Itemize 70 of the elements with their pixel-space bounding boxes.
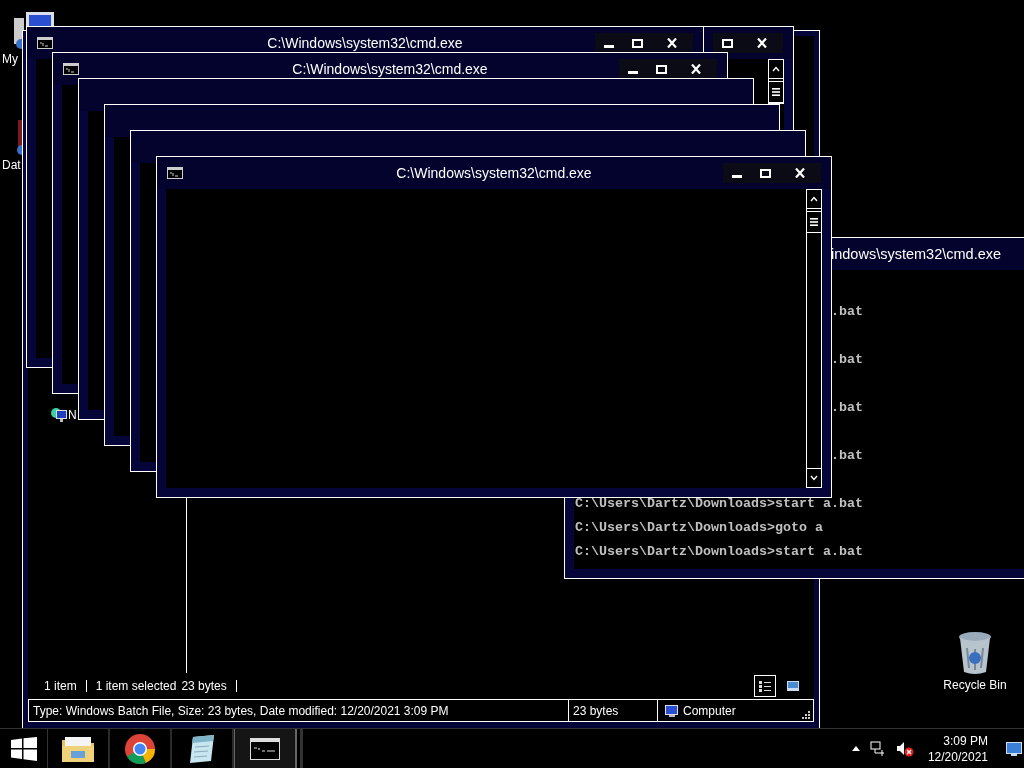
scroll-bar[interactable]	[806, 189, 822, 488]
console-line: .bat	[831, 447, 863, 465]
window-title: C:\Windows\system32\cmd.exe	[396, 165, 592, 181]
notepad-icon	[187, 733, 217, 764]
details-view-icon	[758, 679, 772, 693]
console-line: C:\Users\Dartz\Downloads>start a.bat	[575, 543, 863, 561]
desktop-icon-label[interactable]: Recycle Bin	[943, 678, 1007, 692]
window-title: C:\Windows\system32\cmd.exe	[267, 35, 463, 51]
scroll-thumb[interactable]	[807, 211, 821, 233]
minimize-button[interactable]	[619, 59, 647, 79]
maximize-icon	[759, 168, 771, 178]
network-icon	[50, 407, 67, 423]
network-icon[interactable]	[869, 740, 886, 757]
close-button[interactable]	[741, 33, 783, 53]
show-desktop-icon[interactable]	[1006, 741, 1022, 756]
minimize-button[interactable]	[595, 33, 623, 53]
desktop-icon-label[interactable]: My	[2, 52, 18, 66]
nav-item[interactable]: N	[50, 406, 77, 424]
scroll-thumb[interactable]	[769, 81, 783, 103]
preview-icon	[786, 679, 800, 693]
close-button[interactable]	[651, 33, 693, 53]
minimize-icon	[604, 45, 614, 48]
maximize-icon	[631, 38, 643, 48]
clock-time: 3:09 PM	[943, 732, 988, 749]
desktop-icon-label[interactable]: Dat	[2, 158, 21, 172]
console-icon	[37, 37, 53, 49]
console-icon	[167, 167, 183, 179]
console-icon	[250, 737, 280, 760]
zone-label: Computer	[683, 703, 736, 718]
colored-circle-icon	[124, 732, 156, 765]
close-icon	[691, 64, 701, 74]
clock-date: 12/20/2021	[927, 748, 988, 765]
console-line: C:\Users\Dartz\Downloads>start a.bat	[575, 495, 863, 513]
window-title: indows\system32\cmd.exe	[831, 246, 1002, 262]
maximize-button[interactable]	[713, 33, 741, 53]
console-line: .bat	[831, 303, 863, 321]
chevron-down-icon	[810, 475, 818, 481]
chevron-up-icon	[772, 66, 780, 72]
minimize-button[interactable]	[723, 163, 751, 183]
muted-speaker-icon[interactable]	[895, 740, 914, 757]
close-button[interactable]	[675, 59, 717, 79]
window-title: C:\Windows\system32\cmd.exe	[292, 61, 488, 77]
details-view-button[interactable]	[754, 675, 776, 697]
console-line: .bat	[831, 399, 863, 417]
resize-grip-icon	[801, 709, 811, 720]
taskbar-button[interactable]	[234, 729, 297, 768]
file-size: 23 bytes	[568, 700, 657, 721]
selection-size: 23 bytes	[181, 679, 227, 693]
grip-lines-icon	[772, 88, 780, 96]
caret-up-icon[interactable]	[851, 746, 860, 751]
file-description: Type: Windows Batch File, Size: 23 bytes, Date modified: 12/20/2021 3:09 PM	[32, 703, 450, 718]
close-icon	[795, 168, 805, 178]
computer-icon	[663, 703, 679, 718]
minimize-icon	[628, 71, 638, 74]
windows-logo-icon	[10, 736, 37, 761]
scroll-bar[interactable]	[768, 59, 784, 104]
grip-lines-icon	[810, 218, 818, 226]
console-line: C:\Users\Dartz\Downloads>goto a	[575, 519, 823, 537]
maximize-icon	[655, 64, 667, 74]
chevron-up-icon	[810, 196, 818, 202]
close-icon	[667, 38, 677, 48]
close-icon	[757, 38, 767, 48]
console-line: .bat	[831, 351, 863, 369]
item-count: 1 item	[44, 679, 77, 693]
clock[interactable]: 3:09 PM 12/20/2021	[927, 732, 988, 765]
selection-info: 1 item selected	[95, 679, 177, 693]
minimize-icon	[732, 175, 742, 178]
close-button[interactable]	[779, 163, 821, 183]
maximize-icon	[721, 38, 733, 48]
console-icon	[63, 63, 79, 75]
